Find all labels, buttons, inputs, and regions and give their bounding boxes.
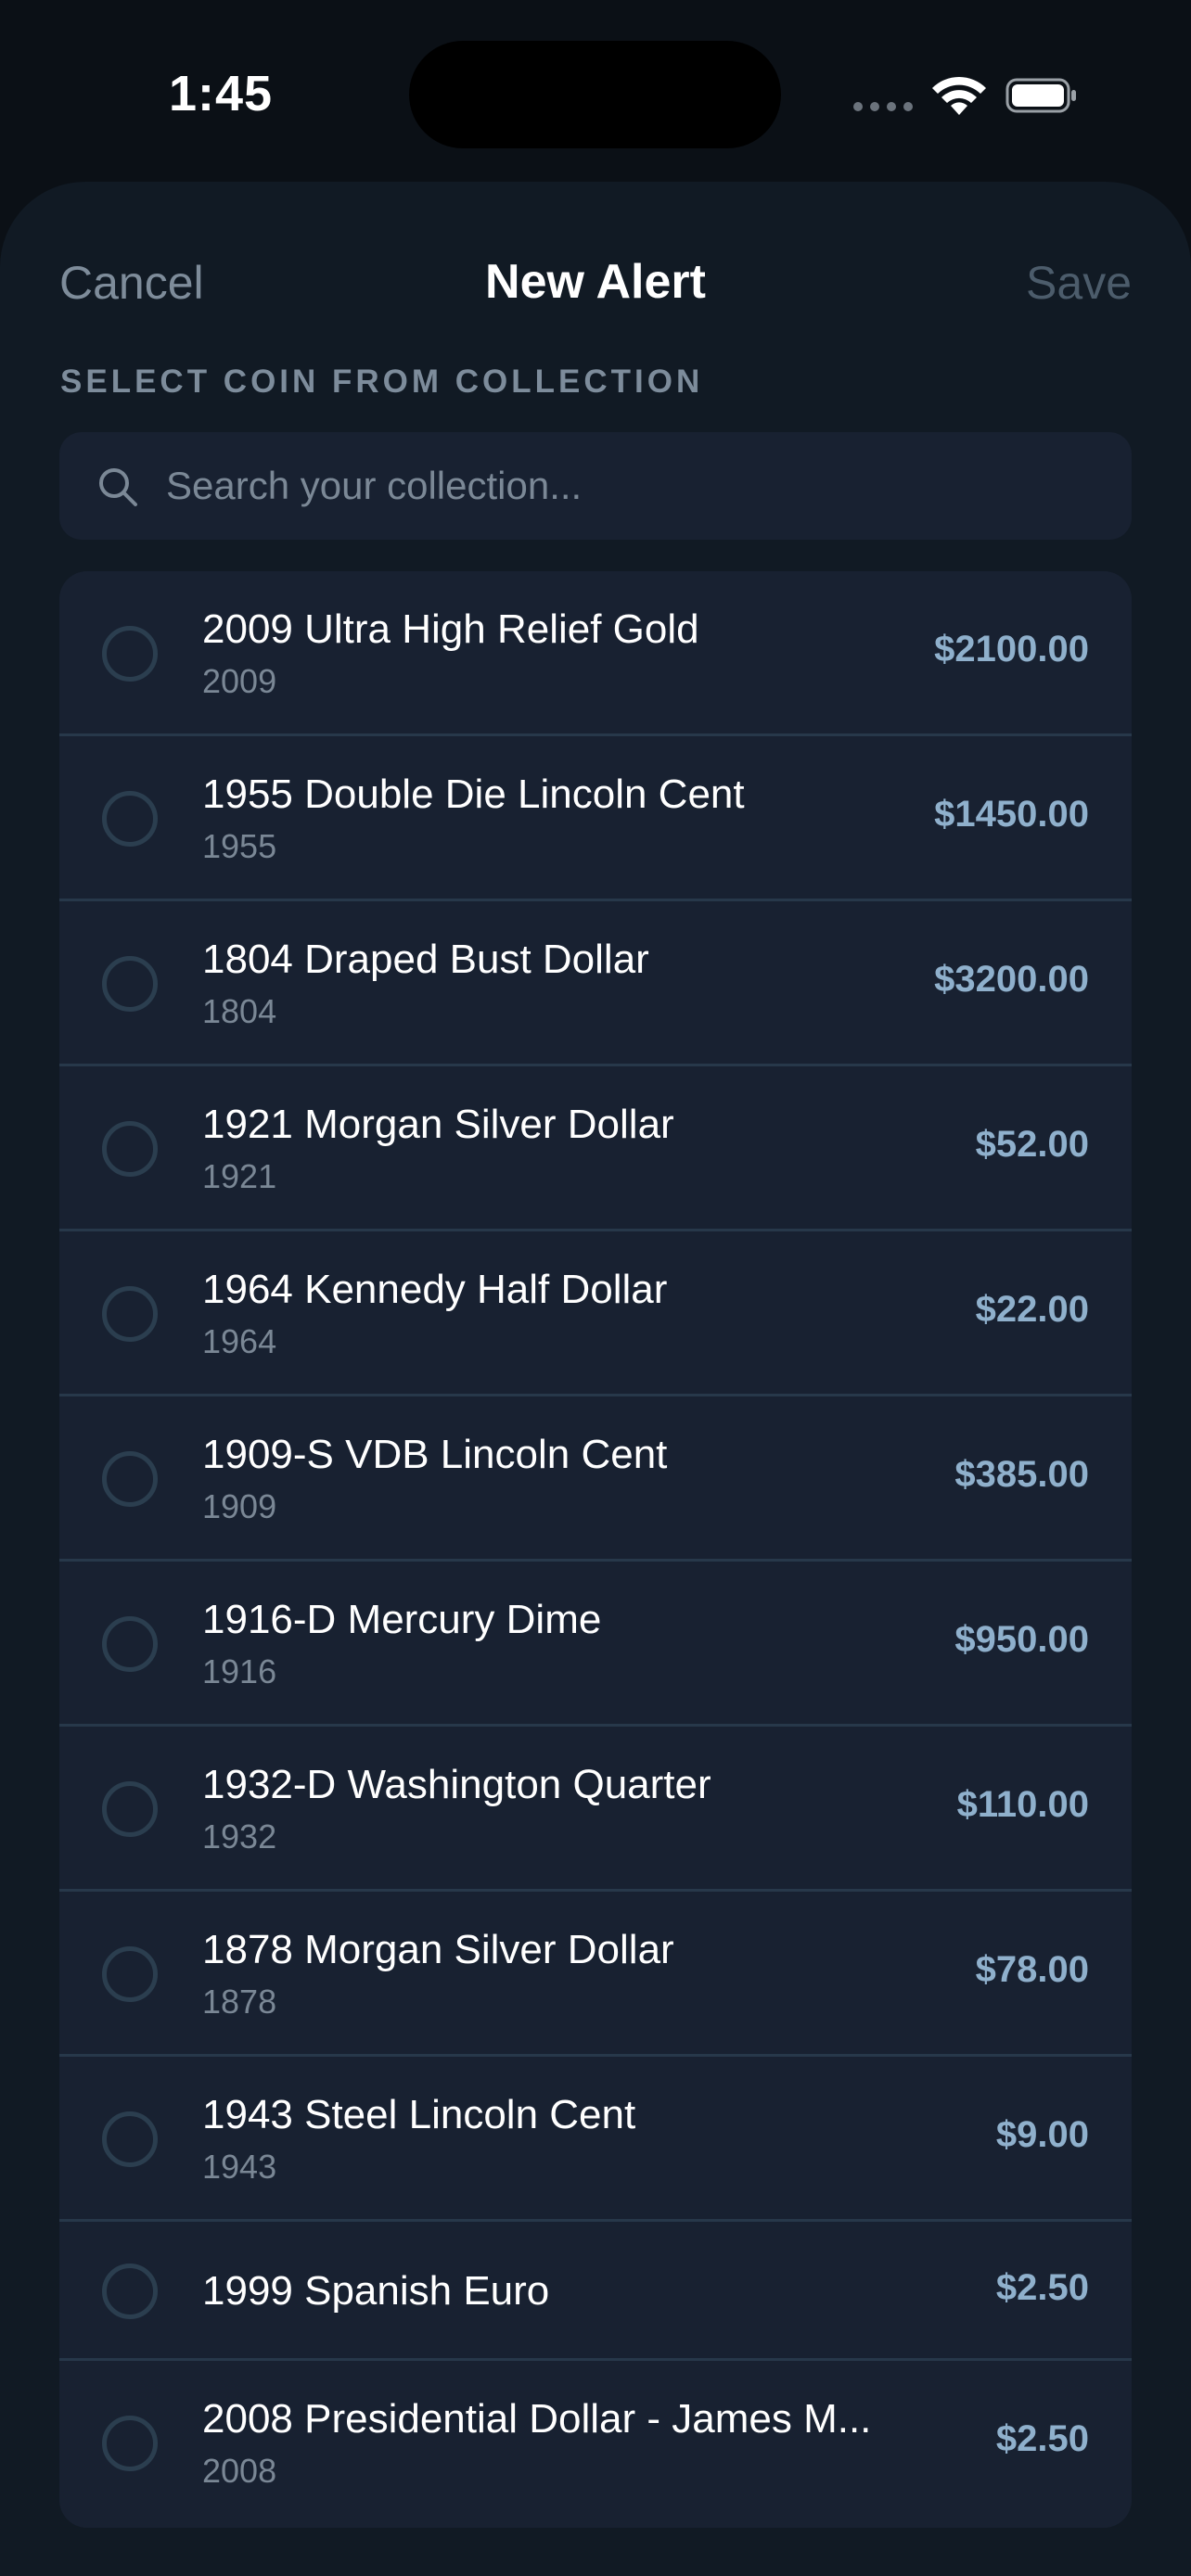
coin-year: 1943 [202, 2148, 277, 2186]
radio-button[interactable] [102, 1946, 158, 2002]
status-bar: 1:45 [0, 0, 1191, 176]
radio-button[interactable] [102, 2416, 158, 2471]
coin-value: $1450.00 [934, 794, 1089, 835]
list-item[interactable]: 1932-D Washington Quarter 1932 $110.00 [59, 1727, 1132, 1892]
coin-name: 1955 Double Die Lincoln Cent [202, 772, 745, 817]
search-icon [99, 468, 137, 506]
radio-button[interactable] [102, 791, 158, 847]
coin-year: 1964 [202, 1322, 277, 1360]
list-item[interactable]: 1921 Morgan Silver Dollar 1921 $52.00 [59, 1066, 1132, 1231]
radio-button[interactable] [102, 1121, 158, 1177]
coin-value: $22.00 [975, 1289, 1089, 1330]
save-button[interactable]: Save [1026, 256, 1132, 310]
list-item[interactable]: 1964 Kennedy Half Dollar 1964 $22.00 [59, 1231, 1132, 1396]
coin-year: 1955 [202, 827, 277, 865]
coin-year: 1932 [202, 1817, 277, 1855]
coin-name: 1932-D Washington Quarter [202, 1762, 711, 1807]
list-item[interactable]: 1804 Draped Bust Dollar 1804 $3200.00 [59, 901, 1132, 1066]
list-item[interactable]: 1916-D Mercury Dime 1916 $950.00 [59, 1562, 1132, 1727]
search-input[interactable] [166, 432, 1094, 540]
coin-value: $2.50 [995, 2267, 1089, 2308]
radio-button[interactable] [102, 626, 158, 682]
radio-button[interactable] [102, 1781, 158, 1837]
coin-value: $950.00 [954, 1619, 1089, 1660]
section-label: SELECT COIN FROM COLLECTION [60, 363, 704, 400]
coin-value: $2.50 [995, 2418, 1089, 2459]
new-alert-sheet: Cancel New Alert Save SELECT COIN FROM C… [0, 182, 1191, 2576]
coin-value: $52.00 [975, 1124, 1089, 1165]
radio-button[interactable] [102, 2264, 158, 2319]
search-bar[interactable] [59, 432, 1132, 540]
list-item[interactable]: 1999 Spanish Euro $2.50 [59, 2222, 1132, 2361]
coin-name: 1964 Kennedy Half Dollar [202, 1267, 668, 1312]
radio-button[interactable] [102, 956, 158, 1012]
coin-value: $110.00 [956, 1784, 1089, 1825]
coin-year: 1878 [202, 1983, 277, 2021]
list-item[interactable]: 2008 Presidential Dollar - James M... 20… [59, 2361, 1132, 2526]
page-title: New Alert [485, 255, 706, 309]
wifi-icon [932, 76, 986, 115]
coin-year: 1909 [202, 1487, 277, 1525]
coin-value: $2100.00 [934, 629, 1089, 670]
dynamic-island [409, 41, 781, 148]
coin-name: 2008 Presidential Dollar - James M... [202, 2396, 872, 2442]
radio-button[interactable] [102, 1451, 158, 1507]
coin-name: 2009 Ultra High Relief Gold [202, 606, 699, 652]
radio-button[interactable] [102, 1286, 158, 1342]
list-item[interactable]: 1943 Steel Lincoln Cent 1943 $9.00 [59, 2057, 1132, 2222]
coin-list: 2009 Ultra High Relief Gold 2009 $2100.0… [59, 571, 1132, 2528]
coin-value: $3200.00 [934, 959, 1089, 1000]
coin-name: 1999 Spanish Euro [202, 2268, 550, 2314]
coin-value: $385.00 [954, 1454, 1089, 1495]
coin-year: 1804 [202, 992, 277, 1030]
coin-name: 1804 Draped Bust Dollar [202, 937, 649, 982]
radio-button[interactable] [102, 1616, 158, 1672]
list-item[interactable]: 1955 Double Die Lincoln Cent 1955 $1450.… [59, 736, 1132, 901]
list-item[interactable]: 1878 Morgan Silver Dollar 1878 $78.00 [59, 1892, 1132, 2057]
coin-name: 1921 Morgan Silver Dollar [202, 1102, 674, 1147]
list-item[interactable]: 2009 Ultra High Relief Gold 2009 $2100.0… [59, 571, 1132, 736]
coin-name: 1878 Morgan Silver Dollar [202, 1927, 674, 1972]
coin-value: $78.00 [975, 1949, 1089, 1990]
battery-icon [1005, 78, 1076, 113]
status-time: 1:45 [169, 66, 274, 121]
coin-year: 2008 [202, 2452, 277, 2490]
coin-name: 1943 Steel Lincoln Cent [202, 2092, 636, 2137]
list-item[interactable]: 1909-S VDB Lincoln Cent 1909 $385.00 [59, 1396, 1132, 1562]
coin-year: 2009 [202, 662, 277, 700]
cellular-signal-icon [853, 102, 913, 111]
coin-name: 1916-D Mercury Dime [202, 1597, 602, 1642]
coin-year: 1921 [202, 1157, 277, 1195]
coin-year: 1916 [202, 1652, 277, 1690]
coin-value: $9.00 [995, 2114, 1089, 2155]
coin-name: 1909-S VDB Lincoln Cent [202, 1432, 668, 1477]
radio-button[interactable] [102, 2111, 158, 2167]
